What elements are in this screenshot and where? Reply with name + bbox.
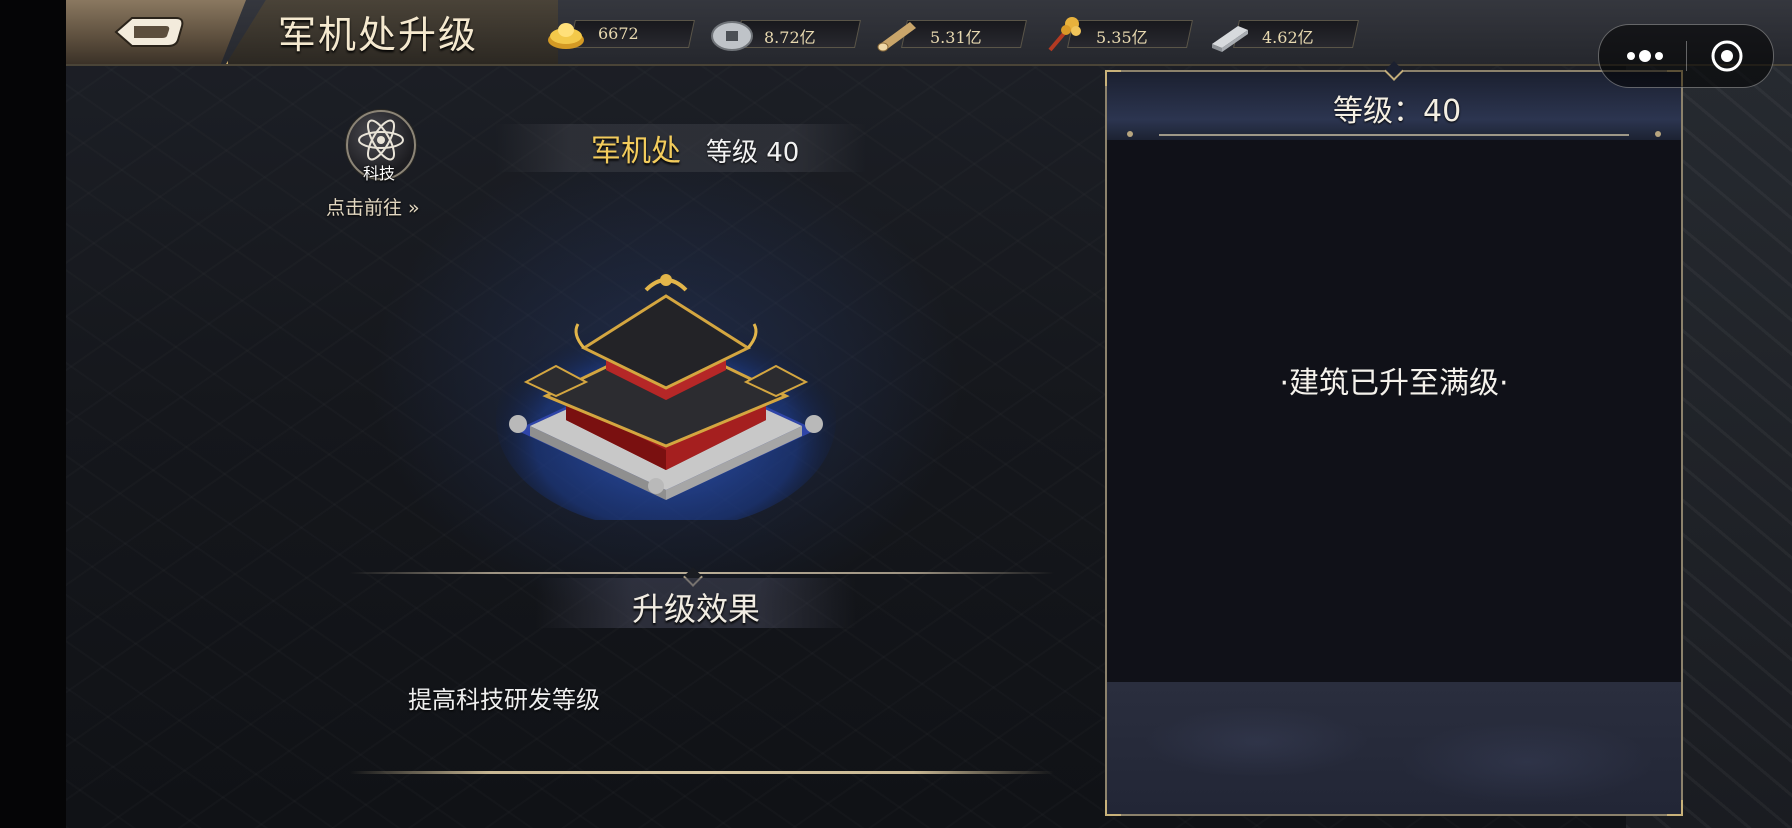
screen: 军机处升级 6672 8.72亿 5.31亿 5.35亿 4.62亿 科技 点击…	[0, 0, 1792, 828]
capsule-divider	[1686, 41, 1687, 71]
tech-label: 科技	[362, 164, 395, 183]
top-bar: 军机处升级 6672 8.72亿 5.31亿 5.35亿 4.62亿	[66, 0, 1792, 66]
resource-grain[interactable]: 5.35亿	[1042, 14, 1193, 52]
resource-wood[interactable]: 5.31亿	[876, 14, 1027, 52]
effect-description: 提高科技研发等级	[408, 686, 600, 714]
resource-iron[interactable]: 4.62亿	[1208, 14, 1359, 52]
resource-value: 6672	[598, 24, 639, 43]
section-divider	[350, 572, 1054, 574]
bottom-divider	[350, 771, 1054, 774]
wood-log-icon	[877, 22, 916, 52]
resource-value: 5.31亿	[930, 28, 982, 47]
resource-value: 5.35亿	[1096, 28, 1148, 47]
panel-corner	[1105, 800, 1121, 816]
copper-coin-icon	[711, 21, 753, 51]
page-title: 军机处升级	[278, 13, 479, 57]
building-name: 军机处	[591, 134, 681, 169]
building-header	[496, 124, 866, 172]
more-options-icon[interactable]	[1625, 45, 1665, 67]
resource-value: 8.72亿	[764, 28, 816, 47]
building-level: 等级 40	[706, 138, 800, 168]
resource-value: 4.62亿	[1262, 28, 1314, 47]
goto-link[interactable]: 点击前往 »	[326, 193, 420, 220]
game-view: 军机处升级 6672 8.72亿 5.31亿 5.35亿 4.62亿 科技 点击…	[66, 0, 1792, 828]
back-button[interactable]	[66, 0, 246, 64]
building-illustration	[496, 274, 836, 520]
close-miniprogram-icon[interactable]	[1709, 38, 1745, 74]
info-level: 等级：40	[1333, 94, 1462, 129]
miniprogram-capsule	[1598, 24, 1774, 88]
iron-ingot-icon	[1212, 26, 1248, 52]
gold-ingot-icon	[548, 23, 584, 49]
effect-title: 升级效果	[632, 590, 761, 628]
resource-coin[interactable]: 8.72亿	[710, 14, 861, 51]
info-panel-footer	[1107, 682, 1681, 814]
divider-dot	[1127, 131, 1133, 137]
panel-corner	[1667, 800, 1683, 816]
back-arrow-icon	[114, 17, 184, 47]
divider-dot	[1655, 131, 1661, 137]
resource-gold[interactable]: 6672	[544, 14, 695, 49]
panel-corner	[1105, 70, 1121, 86]
grain-icon	[1048, 17, 1081, 52]
upgrade-info-panel: 等级：40 ·建筑已升至满级·	[1105, 61, 1683, 816]
max-level-status: ·建筑已升至满级·	[1279, 366, 1509, 401]
header-divider	[1159, 134, 1629, 136]
